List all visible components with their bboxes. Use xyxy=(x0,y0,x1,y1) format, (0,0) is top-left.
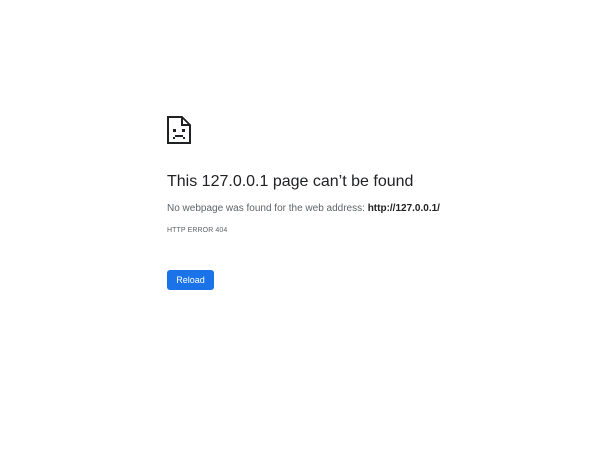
page-title: This 127.0.0.1 page can’t be found xyxy=(167,173,414,190)
error-description: No webpage was found for the web address… xyxy=(167,202,567,216)
sad-document-icon xyxy=(167,116,191,144)
reload-button[interactable]: Reload xyxy=(167,270,214,290)
web-address: http://127.0.0.1/ xyxy=(367,203,440,214)
error-code: HTTP ERROR 404 xyxy=(167,227,228,234)
error-page: This 127.0.0.1 page can’t be found No we… xyxy=(0,0,600,466)
error-content: This 127.0.0.1 page can’t be found No we… xyxy=(167,116,567,236)
error-description-text: No webpage was found for the web address… xyxy=(167,203,368,214)
